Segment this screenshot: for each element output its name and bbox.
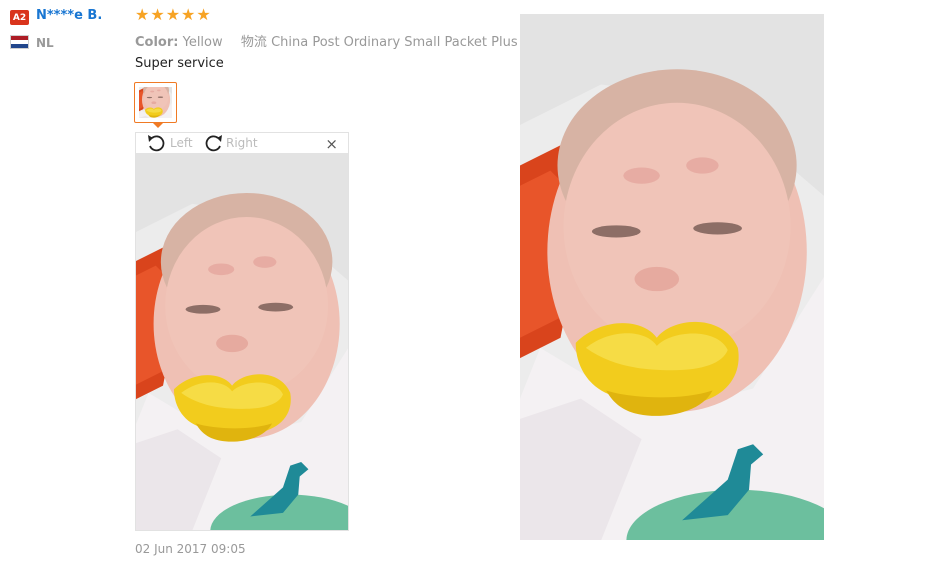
review-photo-preview [135,153,349,531]
reviewer-name: N****e B. [36,8,103,23]
star-icon: ★ [196,5,211,24]
shipping-label: 物流 [240,35,267,50]
nl-flag-icon [10,35,29,49]
shipping-value: China Post Ordinary Small Packet Plus [271,35,518,50]
star-icon: ★ [165,5,181,24]
color-label: Color: [135,35,179,50]
reviewer-country: NL [36,36,54,50]
rotate-right-icon [205,135,222,152]
review-photo-thumbnail[interactable] [134,82,177,123]
review-date: 02 Jun 2017 09:05 [135,542,246,556]
rotate-left-label: Left [170,136,193,150]
review-photo-large [520,14,824,540]
star-icon: ★ [181,5,196,24]
thumbnail-selected-caret [152,122,164,128]
color-value: Yellow [182,35,223,50]
rotate-left-button[interactable]: Left [146,134,193,152]
buyer-level-badge: A2 [10,10,29,25]
rotate-left-icon [148,135,165,152]
star-icon: ★ [150,5,165,24]
close-icon[interactable]: × [325,135,338,153]
rotate-right-button[interactable]: Right [202,134,258,152]
star-icon: ★ [135,5,150,24]
photo-viewer-toolbar: Left Right × [135,132,349,153]
review-text: Super service [135,56,224,71]
rotate-right-label: Right [226,136,258,150]
rating-stars: ★ ★ ★ ★ ★ [135,7,211,23]
order-meta: Color: Yellow 物流 China Post Ordinary Sma… [135,31,518,50]
